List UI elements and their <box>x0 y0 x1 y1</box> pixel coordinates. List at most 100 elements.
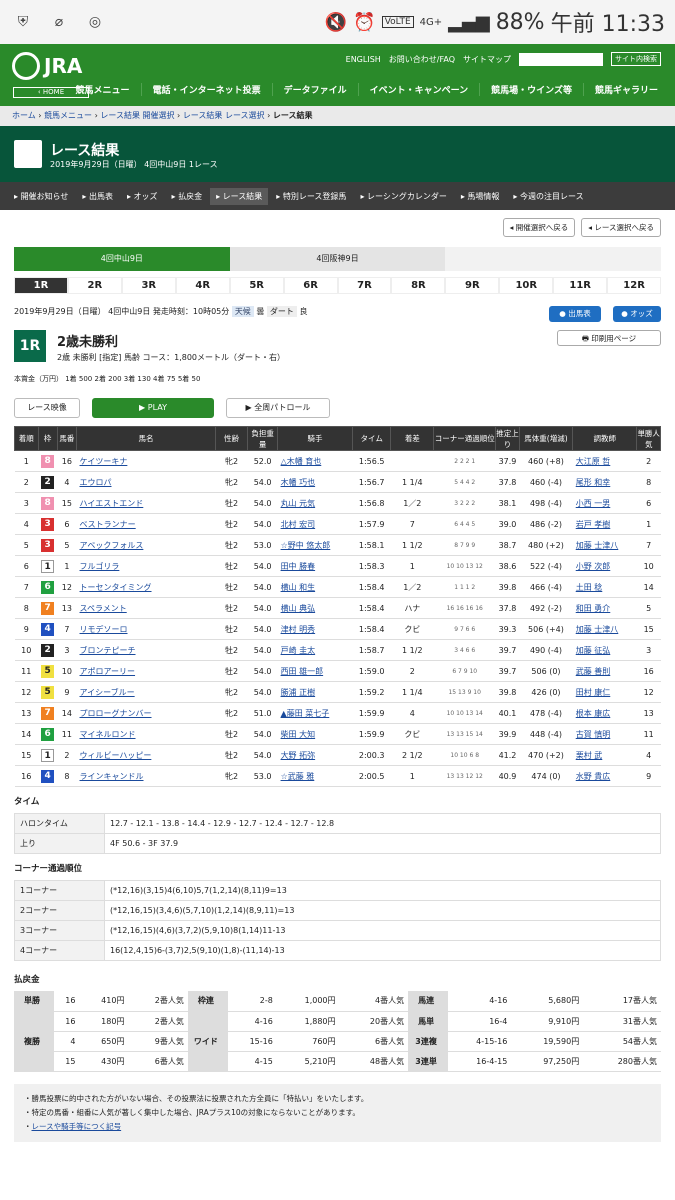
jockey-link[interactable]: 田中 勝春 <box>277 555 353 577</box>
lnav-featured[interactable]: ▸ 今週の注目レース <box>507 188 589 205</box>
trainer-link[interactable]: 大江原 哲 <box>572 450 637 472</box>
trainer-link[interactable]: 岩戸 孝樹 <box>572 513 637 535</box>
gnav-keiba-menu[interactable]: 競馬メニュー <box>65 83 141 96</box>
trainer-link[interactable]: 加藤 征弘 <box>572 639 637 661</box>
race-tab[interactable]: 6R <box>284 278 337 293</box>
horse-name-link[interactable]: アイシーブルー <box>76 681 216 703</box>
horse-name-link[interactable]: ラインキャンドル <box>76 765 216 787</box>
trainer-link[interactable]: 尾形 和幸 <box>572 471 637 493</box>
jockey-link[interactable]: 木幡 巧也 <box>277 471 353 493</box>
jockey-link[interactable]: 横山 典弘 <box>277 597 353 619</box>
jockey-link[interactable]: 北村 宏司 <box>277 513 353 535</box>
race-tab[interactable]: 11R <box>554 278 607 293</box>
horse-name-link[interactable]: ウィルビーハッピー <box>76 744 216 766</box>
faq-link[interactable]: お問い合わせ/FAQ <box>389 54 455 65</box>
trainer-link[interactable]: 小野 次郎 <box>572 555 637 577</box>
trainer-link[interactable]: 土田 稔 <box>572 576 637 598</box>
back-to-race-button[interactable]: ◂ レース選択へ戻る <box>581 218 661 237</box>
table-cell: 1 1/4 <box>390 471 434 493</box>
jockey-link[interactable]: ☆野中 悠太郎 <box>277 534 353 556</box>
trainer-link[interactable]: 栗村 武 <box>572 744 637 766</box>
race-card-button[interactable]: ● 出馬表 <box>549 306 601 322</box>
jockey-link[interactable]: 大野 拓弥 <box>277 744 353 766</box>
race-tab[interactable]: 4R <box>176 278 229 293</box>
jockey-link[interactable]: 横山 和生 <box>277 576 353 598</box>
horse-name-link[interactable]: ベストランナー <box>76 513 216 535</box>
horse-name-link[interactable]: トーセンタイミング <box>76 576 216 598</box>
search-input[interactable] <box>519 52 603 66</box>
lnav-special[interactable]: ▸ 特別レース登録馬 <box>270 188 352 205</box>
horse-name-link[interactable]: フルゴリラ <box>76 555 216 577</box>
race-tab[interactable]: 2R <box>68 278 121 293</box>
trainer-link[interactable]: 根本 康広 <box>572 702 637 724</box>
race-tab[interactable]: 10R <box>500 278 553 293</box>
horse-name-link[interactable]: ハイエストエンド <box>76 492 216 514</box>
jockey-link[interactable]: ▲藤田 菜七子 <box>277 702 353 724</box>
race-tab[interactable]: 9R <box>446 278 499 293</box>
horse-name-link[interactable]: リモデソーロ <box>76 618 216 640</box>
race-tab[interactable]: 1R <box>15 278 67 293</box>
crumb-select-race[interactable]: レース結果 レース選択 <box>183 111 265 120</box>
crumb-menu[interactable]: 競馬メニュー <box>44 111 92 120</box>
lnav-track[interactable]: ▸ 馬場情報 <box>455 188 506 205</box>
play-button[interactable]: ▶ PLAY <box>92 398 214 418</box>
jockey-link[interactable]: 西田 雄一郎 <box>277 660 353 682</box>
back-to-meet-button[interactable]: ◂ 開催選択へ戻る <box>502 218 576 237</box>
lnav-calendar[interactable]: ▸ レーシングカレンダー <box>354 188 452 205</box>
race-tab[interactable]: 12R <box>608 278 661 293</box>
patrol-button[interactable]: ▶ 全周パトロール <box>226 398 330 418</box>
race-video-button[interactable]: レース映像 <box>14 398 80 418</box>
horse-name-link[interactable]: マイネルロンド <box>76 723 216 745</box>
trainer-link[interactable]: 武藤 善則 <box>572 660 637 682</box>
trainer-link[interactable]: 水野 貴広 <box>572 765 637 787</box>
race-tab[interactable]: 3R <box>122 278 175 293</box>
table-cell: 4 <box>636 744 661 766</box>
jockey-link[interactable]: 丸山 元気 <box>277 492 353 514</box>
trainer-link[interactable]: 和田 勇介 <box>572 597 637 619</box>
note-3[interactable]: ・レースや騎手等につく記号 <box>24 1120 651 1134</box>
horse-name-link[interactable]: スペラメント <box>76 597 216 619</box>
gnav-course[interactable]: 競馬場・ウインズ等 <box>479 83 583 96</box>
jockey-link[interactable]: △木幡 育也 <box>277 450 353 472</box>
trainer-link[interactable]: 加藤 士津八 <box>572 534 637 556</box>
english-link[interactable]: ENGLISH <box>346 55 381 64</box>
jockey-link[interactable]: 柴田 大知 <box>277 723 353 745</box>
jra-logo[interactable]: JRA <box>12 52 82 80</box>
trainer-link[interactable]: 古賀 慎明 <box>572 723 637 745</box>
trainer-link[interactable]: 田村 康仁 <box>572 681 637 703</box>
odds-button[interactable]: ● オッズ <box>613 306 661 322</box>
race-tab[interactable]: 7R <box>338 278 391 293</box>
crumb-select-meet[interactable]: レース結果 開催選択 <box>100 111 174 120</box>
gnav-datafile[interactable]: データファイル <box>271 83 358 96</box>
lnav-result[interactable]: ▸ レース結果 <box>210 187 269 205</box>
horse-name-link[interactable]: アポロアーリー <box>76 660 216 682</box>
table-cell: 12 <box>14 681 39 703</box>
jockey-link[interactable]: 勝浦 正樹 <box>277 681 353 703</box>
lnav-card[interactable]: ▸ 出馬表 <box>76 188 119 205</box>
tab-hanshin[interactable]: 4回阪神9日 <box>229 247 446 271</box>
horse-name-link[interactable]: ブロンテピーチ <box>76 639 216 661</box>
crumb-home[interactable]: ホーム <box>12 111 36 120</box>
jockey-link[interactable]: 津村 明秀 <box>277 618 353 640</box>
horse-name-link[interactable]: エウロパ <box>76 471 216 493</box>
table-cell: 牡2 <box>215 744 248 766</box>
trainer-link[interactable]: 加藤 士津八 <box>572 618 637 640</box>
gnav-gallery[interactable]: 競馬ギャラリー <box>582 83 669 96</box>
search-button[interactable]: サイト内検索 <box>611 52 661 66</box>
jockey-link[interactable]: ☆武藤 雅 <box>277 765 353 787</box>
trainer-link[interactable]: 小西 一男 <box>572 492 637 514</box>
jockey-link[interactable]: 戸崎 圭太 <box>277 639 353 661</box>
gnav-vote[interactable]: 電話・インターネット投票 <box>140 83 272 96</box>
sitemap-link[interactable]: サイトマップ <box>463 54 511 65</box>
horse-name-link[interactable]: プロローグナンバー <box>76 702 216 724</box>
gnav-event[interactable]: イベント・キャンペーン <box>357 83 480 96</box>
lnav-odds[interactable]: ▸ オッズ <box>121 188 164 205</box>
lnav-payout[interactable]: ▸ 払戻金 <box>166 188 209 205</box>
lnav-notice[interactable]: ▸ 開催お知らせ <box>8 188 74 205</box>
race-tab[interactable]: 8R <box>392 278 445 293</box>
horse-name-link[interactable]: ケイツーキナ <box>76 450 216 472</box>
print-button[interactable]: 🖶 印刷用ページ <box>557 330 661 346</box>
tab-nakayama[interactable]: 4回中山9日 <box>14 247 230 271</box>
horse-name-link[interactable]: アベックフォルス <box>76 534 216 556</box>
race-tab[interactable]: 5R <box>230 278 283 293</box>
